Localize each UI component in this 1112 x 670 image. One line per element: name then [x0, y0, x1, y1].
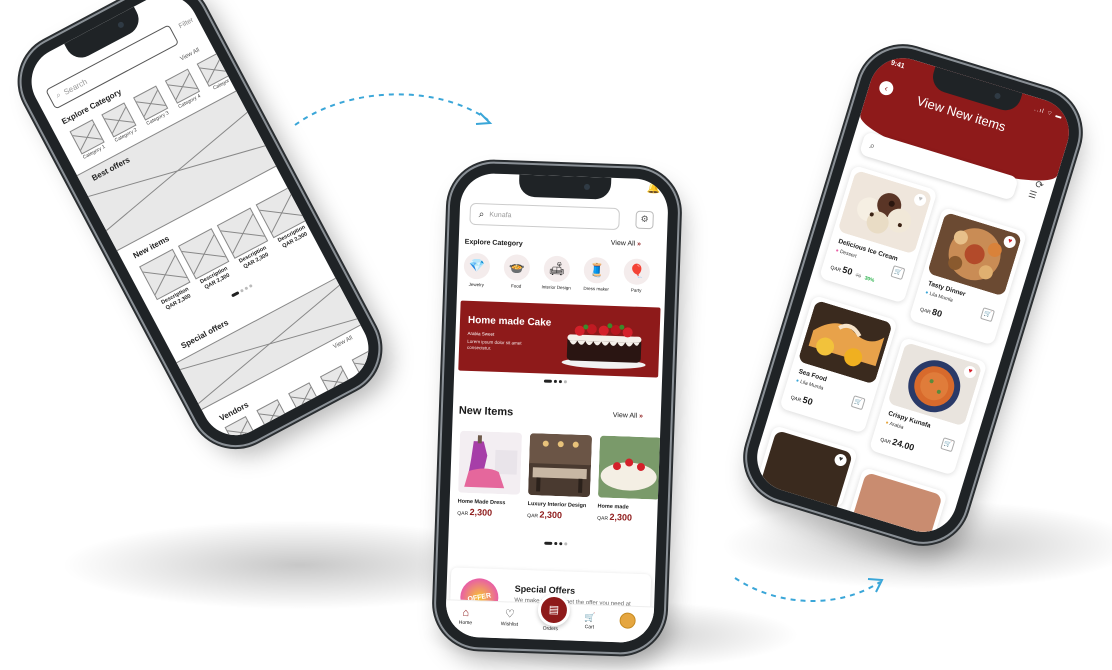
notch [518, 174, 611, 200]
add-to-cart-icon[interactable]: 🛒 [980, 307, 996, 323]
new-items-view-all-link[interactable]: View All » [613, 412, 643, 420]
category-party[interactable]: 🎈 Party [619, 258, 654, 293]
food-cover-icon: 🍲 [503, 254, 531, 281]
explore-category-title: Explore Category [464, 238, 523, 248]
bottom-tab-bar: ⌂ Home ♡ Wishlist ▤ Orders 🛒 Cart [444, 593, 655, 644]
search-icon: ⌕ [478, 208, 485, 220]
item-card[interactable]: ♥ Crispy Kunafa ● Arabia 🛒 QAR 24.00 [868, 336, 988, 476]
carousel-dots [231, 283, 253, 298]
flow-arrow-top [294, 93, 493, 126]
new-item-card[interactable]: Home made QAR 2,300 [597, 435, 663, 524]
new-item-card[interactable]: Home Made Dress QAR 2,300 [457, 430, 523, 519]
cart-icon: 🛒 [583, 612, 596, 623]
home-screen: 🔔 ⌕ Kunafa ⚙ Explore Category View All » … [444, 172, 670, 644]
category-interior-design[interactable]: 🛋 Interior Design [539, 255, 574, 290]
search-value: Kunafa [489, 211, 512, 219]
vendor-placeholder[interactable] [288, 382, 321, 415]
search-icon: ⌕ [54, 89, 63, 100]
sewing-machine-icon: 🧵 [583, 256, 611, 284]
add-to-cart-icon[interactable]: 🛒 [940, 437, 956, 453]
tab-home[interactable]: ⌂ Home [449, 606, 482, 626]
category-dress-maker[interactable]: 🧵 Dress maker [579, 256, 614, 292]
item-card[interactable]: ♥ Tasty Dinner ● Lila Mumla 🛒 QAR 80 [908, 206, 1028, 346]
interior-image [527, 433, 593, 498]
new-items-title: New Items [458, 404, 514, 419]
filter-icon[interactable]: ☰ [1023, 185, 1043, 205]
tab-profile[interactable] [611, 612, 644, 629]
banner-title: Home made Cake [467, 314, 552, 329]
notification-bell-icon[interactable]: 🔔 [647, 181, 661, 194]
tab-orders[interactable]: Orders [534, 625, 566, 633]
explore-view-all-link[interactable]: View All » [611, 240, 641, 248]
balloon-icon: 🎈 [623, 258, 651, 286]
category-food[interactable]: 🍲 Food [499, 254, 534, 289]
banner-seller: Arabia Sweet [467, 330, 495, 337]
vendor-placeholder[interactable] [224, 416, 258, 448]
item-card-partial[interactable]: ♥ [756, 425, 859, 515]
heart-icon: ♡ [504, 608, 515, 621]
food-image [757, 430, 854, 515]
banner-carousel-dots [543, 379, 567, 384]
filter-icon[interactable]: ⚙ [635, 210, 654, 230]
search-placeholder: Search [61, 76, 89, 97]
tab-wishlist[interactable]: ♡ Wishlist [493, 608, 526, 628]
add-to-cart-icon[interactable]: 🛒 [850, 395, 866, 411]
vendor-placeholder[interactable] [319, 365, 353, 398]
new-items-carousel-dots [544, 541, 568, 546]
cake-image [561, 323, 646, 369]
dress-image [457, 430, 523, 495]
search-icon: ⌕ [868, 139, 877, 151]
gem-icon: 💎 [463, 252, 491, 280]
home-made-cake-banner[interactable]: Home made Cake Arabia Sweet Lorem ipsum … [458, 300, 661, 378]
wireframe-phone: ⌕ Search Filter Explore Category View All… [6, 0, 394, 461]
add-to-cart-icon[interactable]: 🛒 [890, 265, 906, 281]
vendor-placeholder[interactable] [256, 399, 289, 432]
sofa-icon: 🛋 [543, 255, 571, 283]
filter-button[interactable]: Filter [178, 17, 195, 30]
special-offers-title: Special Offers [514, 583, 576, 596]
wireframe-screen: ⌕ Search Filter Explore Category View All… [19, 0, 381, 448]
cake-item-image [597, 435, 663, 500]
new-items-phone: 9:41 ..ıl ⌔ ▬ ‹ View New items ⟳ ⌕ ☰ ♥ D… [736, 37, 1090, 553]
home-phone: 🔔 ⌕ Kunafa ⚙ Explore Category View All » … [434, 162, 680, 654]
flow-arrow-bottom [734, 577, 884, 602]
orders-fab-icon[interactable]: ▤ [537, 593, 571, 627]
vendor-placeholder[interactable] [351, 348, 381, 381]
category-jewelry[interactable]: 💎 Jewelry [459, 252, 494, 288]
avatar [619, 612, 636, 629]
search-input[interactable]: ⌕ Kunafa [469, 202, 621, 231]
new-items-screen: 9:41 ..ıl ⌔ ▬ ‹ View New items ⟳ ⌕ ☰ ♥ D… [748, 49, 1078, 541]
new-item-card[interactable]: Luxury Interior Design QAR 2,300 [527, 433, 593, 521]
view-all-link[interactable]: View All [179, 47, 200, 62]
home-icon: ⌂ [462, 606, 470, 620]
tab-cart[interactable]: 🛒 Cart [573, 611, 606, 631]
banner-description: Lorem ipsum dolor sit amet consectetur. [466, 338, 522, 351]
